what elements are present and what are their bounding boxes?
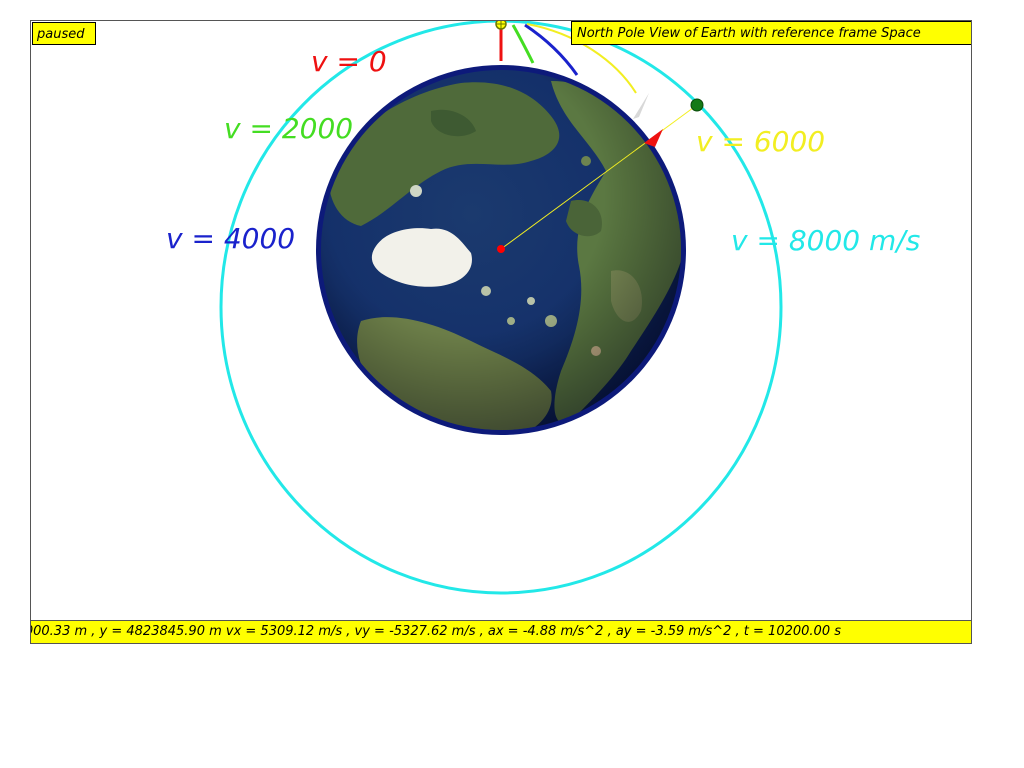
label-v8000: v = 8000 m/s xyxy=(731,224,920,257)
label-v0: v = 0 xyxy=(311,45,387,78)
earth-center-marker xyxy=(497,245,505,253)
launch-point-icon[interactable] xyxy=(495,21,507,30)
satellite-dot-icon[interactable] xyxy=(690,98,704,112)
state-readout-bar: 542000.33 m , y = 4823845.90 m vx = 5309… xyxy=(30,620,972,644)
simulation-view[interactable]: v = 0 v = 2000 v = 4000 v = 6000 v = 800… xyxy=(30,20,972,622)
status-badge: paused xyxy=(32,22,96,45)
trajectory-v4000 xyxy=(524,23,579,76)
label-v4000: v = 4000 xyxy=(166,222,295,255)
trajectory-v2000 xyxy=(511,24,535,64)
simulation-canvas: v = 0 v = 2000 v = 4000 v = 6000 v = 800… xyxy=(166,21,920,595)
label-v6000: v = 6000 xyxy=(696,125,825,158)
view-title: North Pole View of Earth with reference … xyxy=(571,21,971,45)
state-readout-text: 542000.33 m , y = 4823845.90 m vx = 5309… xyxy=(30,624,841,639)
velocity-trail-icon xyxy=(633,93,649,119)
label-v2000: v = 2000 xyxy=(224,112,353,145)
